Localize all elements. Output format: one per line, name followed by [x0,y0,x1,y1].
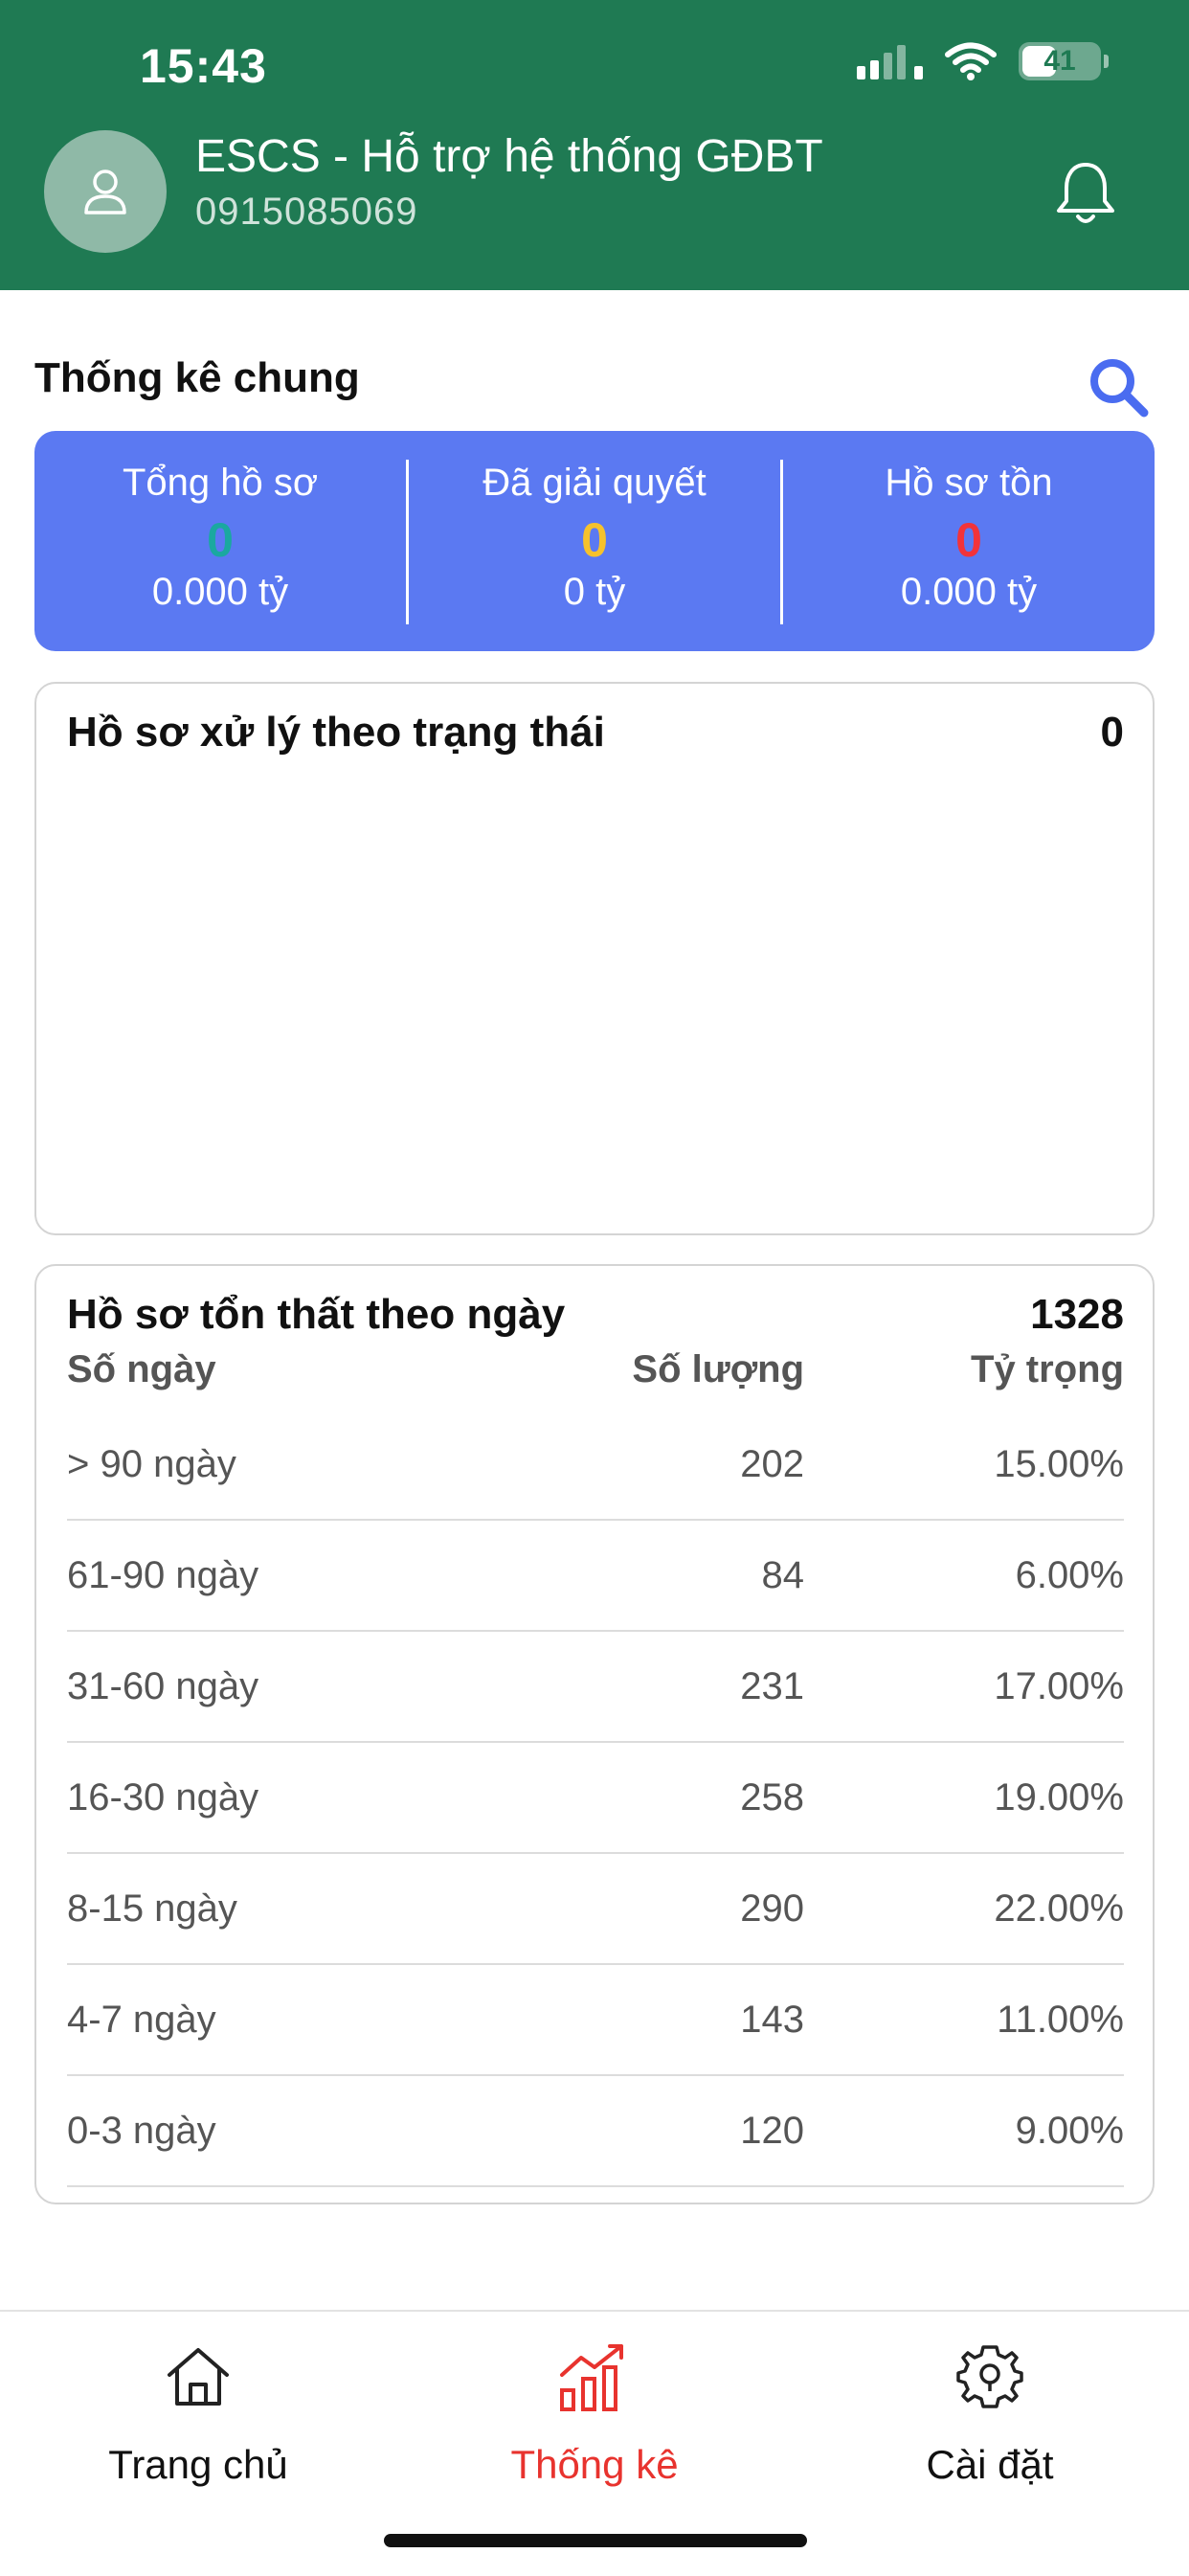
card-header: Hồ sơ xử lý theo trạng thái 0 [67,709,1124,757]
status-icons: 41 [857,42,1109,80]
nav-label-statistics: Thống kê [510,2442,679,2487]
card-total: 1328 [1030,1291,1124,1338]
nav-item-home[interactable]: Trang chủ [55,2339,342,2488]
cell-ratio: 17.00% [994,1664,1124,1707]
summary-count: 0 [207,513,234,567]
cellular-signal-icon [857,43,923,79]
cell-range: > 90 ngày [67,1442,236,1485]
summary-amount: 0.000 tỷ [900,571,1038,613]
cell-count: 120 [740,2109,804,2152]
summary-total[interactable]: Tổng hồ sơ 0 0.000 tỷ [34,431,406,651]
cell-range: 61-90 ngày [67,1553,259,1596]
status-time: 15:43 [140,39,267,93]
table-row[interactable]: 0-3 ngày 120 9.00% [67,2076,1124,2187]
summary-label: Tổng hồ sơ [122,462,319,504]
cell-range: 16-30 ngày [67,1775,259,1819]
nav-item-settings[interactable]: Cài đặt [846,2339,1133,2488]
table-row[interactable]: 4-7 ngày 143 11.00% [67,1965,1124,2076]
cell-range: 4-7 ngày [67,1998,216,2041]
summary-pending[interactable]: Hồ sơ tồn 0 0.000 tỷ [783,431,1155,651]
table-row[interactable]: > 90 ngày 202 15.00% [67,1410,1124,1521]
card-header: Hồ sơ tổn thất theo ngày 1328 [67,1291,1124,1339]
column-header-ratio: Tỷ trọng [971,1348,1124,1390]
cell-count: 84 [761,1553,805,1596]
battery-level: 41 [1043,45,1076,77]
nav-item-statistics[interactable]: Thống kê [451,2339,738,2488]
nav-label-settings: Cài đặt [926,2442,1054,2487]
summary-amount: 0 tỷ [563,571,626,613]
cell-count: 143 [740,1998,804,2041]
search-icon [1090,359,1149,418]
table-header: Số ngày Số lượng Tỷ trọng [67,1348,1124,1391]
cell-ratio: 15.00% [994,1442,1124,1485]
cell-ratio: 22.00% [994,1887,1124,1930]
card-title: Hồ sơ tổn thất theo ngày [67,1291,566,1338]
table-row[interactable]: 8-15 ngày 290 22.00% [67,1854,1124,1965]
table-row[interactable]: 61-90 ngày 84 6.00% [67,1521,1124,1632]
cell-range: 8-15 ngày [67,1887,237,1930]
summary-label: Hồ sơ tồn [885,462,1053,504]
table-row[interactable]: 31-60 ngày 231 17.00% [67,1632,1124,1743]
status-card: Hồ sơ xử lý theo trạng thái 0 [34,682,1155,1235]
column-header-count: Số lượng [632,1348,804,1390]
cell-range: 31-60 ngày [67,1664,259,1707]
app-title: ESCS - Hỗ trợ hệ thống GĐBT [195,131,823,182]
summary-amount: 0.000 tỷ [151,571,289,613]
cell-count: 202 [740,1442,804,1485]
battery-icon: 41 [1019,42,1109,80]
summary-label: Đã giải quyết [482,462,707,504]
cell-range: 0-3 ngày [67,2109,216,2152]
table-body: > 90 ngày 202 15.00% 61-90 ngày 84 6.00%… [67,1410,1124,2187]
card-total: 0 [1100,709,1124,756]
wifi-icon [945,42,997,80]
user-phone: 0915085069 [195,191,418,233]
search-button[interactable] [1082,350,1155,423]
user-icon [84,169,126,215]
cell-count: 290 [740,1887,804,1930]
cell-ratio: 6.00% [1015,1553,1124,1596]
cell-ratio: 9.00% [1015,2109,1124,2152]
gear-icon [956,2345,1023,2408]
notification-button[interactable] [1049,157,1122,230]
aging-card: Hồ sơ tổn thất theo ngày 1328 Số ngày Số… [34,1264,1155,2204]
bell-icon [1057,163,1114,223]
table-row[interactable]: 16-30 ngày 258 19.00% [67,1743,1124,1854]
summary-resolved[interactable]: Đã giải quyết 0 0 tỷ [409,431,780,651]
nav-label-home: Trang chủ [108,2442,288,2487]
column-header-days: Số ngày [67,1348,216,1390]
cell-ratio: 19.00% [994,1775,1124,1819]
cell-count: 258 [740,1775,804,1819]
cell-count: 231 [740,1664,804,1707]
avatar[interactable] [44,130,167,253]
cell-ratio: 11.00% [997,1998,1124,2041]
app-header: 15:43 41 ESCS - Hỗ trợ hệ thống GĐBT 091… [0,0,1189,290]
home-icon [168,2348,229,2406]
chart-icon [560,2344,623,2411]
card-title: Hồ sơ xử lý theo trạng thái [67,709,605,756]
summary-count: 0 [955,513,982,567]
section-title: Thống kê chung [34,354,360,401]
summary-count: 0 [581,513,608,567]
summary-card: Tổng hồ sơ 0 0.000 tỷ Đã giải quyết 0 0 … [34,431,1155,651]
home-indicator [384,2534,807,2547]
